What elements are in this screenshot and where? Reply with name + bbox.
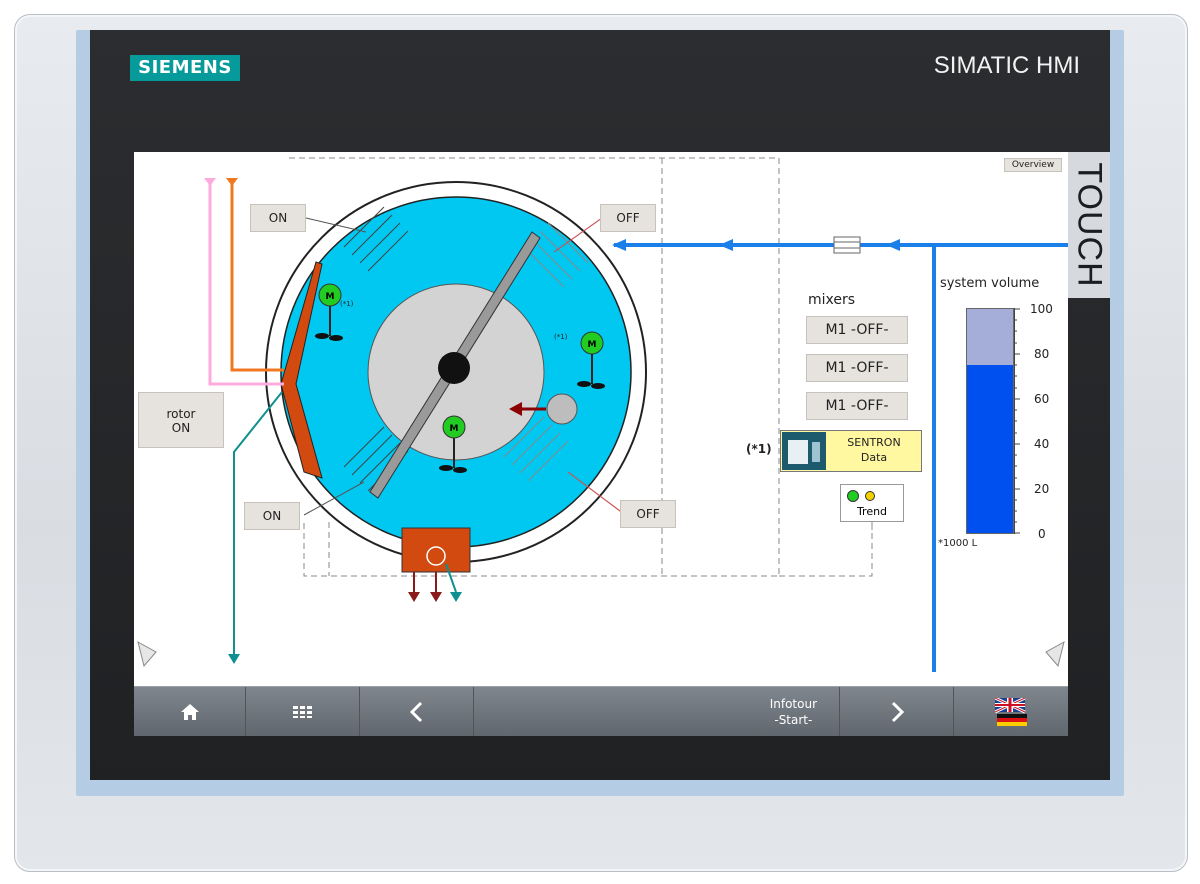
infotour-line2: -Start-: [774, 713, 813, 727]
rotor-button[interactable]: rotor ON: [138, 392, 224, 448]
motor-3-symbol: M: [450, 424, 459, 434]
volume-bar-fill: [967, 365, 1013, 533]
chevron-right-icon: [891, 701, 904, 723]
volume-unit: *1000 L: [938, 538, 978, 549]
hmi-screen: M (*1) M (*1) M Overview ON OFF ON OFF r…: [134, 152, 1068, 736]
digester-tank: [265, 181, 647, 573]
mixers-title: mixers: [808, 292, 856, 308]
trend-button[interactable]: Trend: [840, 484, 904, 522]
status-led-green-icon: [847, 490, 859, 502]
infotour-line1: Infotour: [769, 697, 817, 711]
grid-menu-icon: [292, 706, 312, 718]
chevron-left-icon: [409, 701, 422, 723]
siemens-logo: SIEMENS: [130, 55, 240, 81]
rotor-button-line1: rotor: [166, 407, 196, 421]
mixer-3-button[interactable]: M1 -OFF-: [806, 392, 908, 420]
corner-marker-right: [1045, 641, 1065, 668]
touch-label: TOUCH: [1070, 162, 1109, 288]
volume-tick-60: 60: [1034, 392, 1050, 406]
volume-bar: [966, 308, 1014, 534]
sentron-line1: SENTRON: [847, 436, 901, 449]
valve-top-left-button[interactable]: ON: [250, 204, 306, 232]
language-button[interactable]: [954, 687, 1068, 736]
motor-1-footnote: (*1): [340, 300, 354, 308]
valve-bottom-left-button[interactable]: ON: [244, 502, 300, 530]
volume-tick-100: 100: [1030, 302, 1053, 316]
sentron-data-button[interactable]: SENTRON Data: [780, 430, 922, 472]
brand-title: SIMATIC HMI: [933, 52, 1080, 79]
motor-2-footnote: (*1): [554, 333, 568, 341]
menu-button[interactable]: [246, 687, 360, 736]
overview-button[interactable]: Overview: [1004, 158, 1062, 172]
corner-marker-left: [137, 641, 157, 668]
home-button[interactable]: [134, 687, 246, 736]
sentron-device-icon: [782, 432, 826, 470]
mixer-2-button[interactable]: M1 -OFF-: [806, 354, 908, 382]
mixer-1-button[interactable]: M1 -OFF-: [806, 316, 908, 344]
status-led-yellow-icon: [865, 491, 875, 501]
navigation-bar: Infotour -Start-: [134, 686, 1068, 736]
infotour-button[interactable]: Infotour -Start-: [474, 687, 840, 736]
next-button[interactable]: [840, 687, 954, 736]
rotor-button-line2: ON: [171, 421, 191, 435]
valve-bottom-right-button[interactable]: OFF: [620, 500, 676, 528]
volume-tick-0: 0: [1038, 527, 1046, 541]
volume-tick-40: 40: [1034, 437, 1050, 451]
back-button[interactable]: [360, 687, 474, 736]
system-volume-title: system volume: [940, 276, 1040, 291]
volume-scale: [1014, 308, 1020, 534]
uk-germany-flag-icon: [995, 698, 1027, 726]
motor-2-symbol: M: [588, 340, 597, 350]
home-icon: [180, 704, 199, 720]
volume-tick-20: 20: [1034, 482, 1050, 496]
volume-tick-80: 80: [1034, 347, 1050, 361]
touch-badge: TOUCH: [1068, 152, 1110, 298]
sentron-footnote: (*1): [746, 442, 772, 456]
trend-label: Trend: [856, 505, 888, 518]
motor-1-symbol: M: [326, 292, 335, 302]
valve-top-right-button[interactable]: OFF: [600, 204, 656, 232]
sentron-line2: Data: [860, 451, 888, 464]
